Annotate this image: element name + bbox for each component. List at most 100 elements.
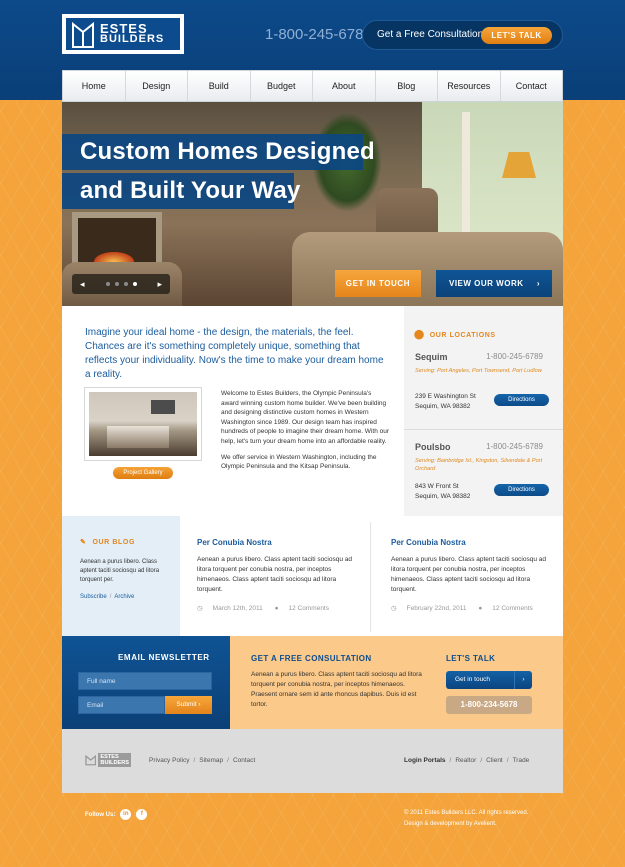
hero-window-frame	[462, 112, 470, 252]
footer-logo-line2: BUILDERS	[100, 760, 129, 766]
lets-talk-button[interactable]: LET'S TALK	[481, 27, 552, 44]
hero-headline: Custom Homes Designed and Built Your Way	[62, 134, 375, 212]
nav-contact[interactable]: Contact	[501, 71, 563, 101]
photo-bed	[107, 426, 169, 448]
location-name: Sequim	[415, 352, 448, 362]
slider-next-icon[interactable]: ▸	[157, 279, 162, 290]
follow-us: Follow Us: in f	[85, 809, 148, 820]
get-in-touch-label: Get in touch	[455, 676, 491, 683]
copyright: © 2011 Estes Builders LLC. All rights re…	[404, 808, 528, 830]
hero-headline-line2: and Built Your Way	[62, 173, 300, 209]
house-icon	[72, 21, 94, 48]
footer-logo[interactable]: ESTES BUILDERS	[85, 753, 131, 767]
get-in-touch-small-button[interactable]: Get in touch ›	[446, 671, 532, 689]
link-separator: /	[109, 594, 112, 600]
link-separator: /	[506, 757, 509, 764]
nav-resources[interactable]: Resources	[438, 71, 501, 101]
consultation-pill: Get a Free Consultation LET'S TALK	[362, 20, 563, 50]
link-separator: /	[227, 757, 229, 764]
pencil-icon: ✎	[80, 539, 87, 546]
blog-divider	[370, 522, 371, 632]
header-phone[interactable]: 1-800-245-6789	[265, 26, 372, 43]
slider-controls: ◂ ▸	[72, 274, 170, 294]
login-portals: Login Portals / Realtor / Client / Trade	[404, 757, 529, 764]
blog-heading: ✎ OUR BLOG	[80, 538, 135, 546]
location-phone[interactable]: 1-800-245-6789	[486, 442, 543, 451]
view-our-work-button[interactable]: VIEW OUR WORK ›	[436, 270, 552, 297]
location-serving: Serving: Bainbridge Isl., Kingston, Silv…	[415, 458, 543, 472]
trade-link[interactable]: Trade	[513, 757, 530, 764]
blog-post-date: February 22nd, 2011	[406, 605, 467, 612]
welcome-paragraph-1: Welcome to Estes Builders, the Olympic P…	[221, 390, 390, 445]
view-our-work-label: VIEW OUR WORK	[449, 279, 524, 288]
facebook-icon[interactable]: f	[136, 809, 148, 820]
bedroom-photo	[89, 392, 197, 456]
nav-home[interactable]: Home	[63, 71, 126, 101]
credit-text[interactable]: Design & development by Avelient.	[404, 819, 528, 830]
subscribe-link[interactable]: Subscribe	[80, 594, 107, 600]
lets-talk-phone[interactable]: 1-800-234-5678	[446, 696, 532, 714]
blog-post-comments[interactable]: 12 Comments	[492, 605, 532, 612]
slider-dot[interactable]	[123, 282, 128, 286]
slider-prev-icon[interactable]: ◂	[80, 279, 85, 290]
newsletter-submit-button[interactable]: Submit ›	[165, 696, 212, 714]
location-address-line2: Sequim, WA 98382	[415, 402, 471, 410]
directions-button[interactable]: Directions	[494, 484, 549, 496]
location-address: 843 W Front St Sequim, WA 98382	[415, 482, 470, 501]
archive-link[interactable]: Archive	[114, 594, 134, 600]
logo[interactable]: ESTES BUILDERS	[62, 14, 184, 54]
logo-line2: BUILDERS	[100, 33, 165, 45]
locations-heading: ⬤ OUR LOCATIONS	[414, 329, 496, 340]
newsletter-title: EMAIL NEWSLETTER	[118, 653, 210, 662]
follow-us-label: Follow Us:	[85, 811, 116, 818]
nav-blog[interactable]: Blog	[376, 71, 438, 101]
slider-dot[interactable]	[132, 282, 137, 286]
directions-button[interactable]: Directions	[494, 394, 549, 406]
blog-post-title[interactable]: Per Conubia Nostra	[391, 538, 551, 547]
contact-link[interactable]: Contact	[233, 757, 255, 764]
login-portals-label: Login Portals	[404, 757, 446, 764]
email-input[interactable]: Email	[78, 696, 165, 714]
nav-budget[interactable]: Budget	[251, 71, 313, 101]
blog-intro: Aenean a purus libero. Class aptent taci…	[80, 559, 160, 583]
divider	[404, 429, 563, 430]
slider-dots	[105, 282, 137, 286]
location-phone[interactable]: 1-800-245-6789	[486, 352, 543, 361]
get-in-touch-button[interactable]: GET IN TOUCH	[335, 270, 421, 297]
gallery-photo[interactable]	[84, 387, 202, 461]
sitemap-link[interactable]: Sitemap	[199, 757, 223, 764]
location-address-line2: Sequim, WA 98382	[415, 492, 471, 500]
consultation-text: Aenean a purus libero. Class aptent taci…	[251, 671, 422, 708]
nav-build[interactable]: Build	[188, 71, 251, 101]
client-link[interactable]: Client	[486, 757, 503, 764]
link-separator: /	[193, 757, 196, 764]
realtor-link[interactable]: Realtor	[455, 757, 476, 764]
welcome-text: Welcome to Estes Builders, the Olympic P…	[221, 389, 389, 478]
nav-about[interactable]: About	[313, 71, 376, 101]
linkedin-icon[interactable]: in	[120, 809, 132, 820]
location-address: 239 E Washington St Sequim, WA 98382	[415, 392, 476, 411]
slider-dot[interactable]	[105, 282, 110, 286]
consultation-title: GET A FREE CONSULTATION	[251, 654, 372, 663]
footer-links: Privacy Policy / Sitemap / Contact	[149, 757, 255, 764]
privacy-policy-link[interactable]: Privacy Policy	[149, 757, 189, 764]
location-address-line1: 239 E Washington St	[415, 393, 476, 400]
slider-dot[interactable]	[114, 282, 119, 286]
location-name: Poulsbo	[415, 442, 451, 452]
map-pin-icon: ⬤	[414, 329, 425, 339]
hero-window	[422, 102, 563, 252]
blog-post-title[interactable]: Per Conubia Nostra	[197, 538, 357, 547]
chevron-right-icon: ›	[514, 671, 532, 689]
blog-post: Per Conubia Nostra Aenean a purus libero…	[197, 538, 357, 612]
nav-design[interactable]: Design	[126, 71, 188, 101]
copyright-text: © 2011 Estes Builders LLC. All rights re…	[404, 810, 529, 816]
blog-heading-label: OUR BLOG	[92, 539, 135, 546]
full-name-input[interactable]: Full name	[78, 672, 212, 690]
comment-icon: ●	[274, 605, 279, 612]
clock-icon: ◷	[197, 605, 203, 612]
welcome-paragraph-2: We offer service in Western Washington, …	[221, 453, 377, 471]
project-gallery-button[interactable]: Project Gallery	[113, 467, 173, 479]
location-address-line1: 843 W Front St	[415, 483, 459, 490]
blog-post-comments[interactable]: 12 Comments	[289, 605, 329, 612]
blog-post-meta: ◷ March 12th, 2011 ● 12 Comments	[197, 604, 357, 612]
